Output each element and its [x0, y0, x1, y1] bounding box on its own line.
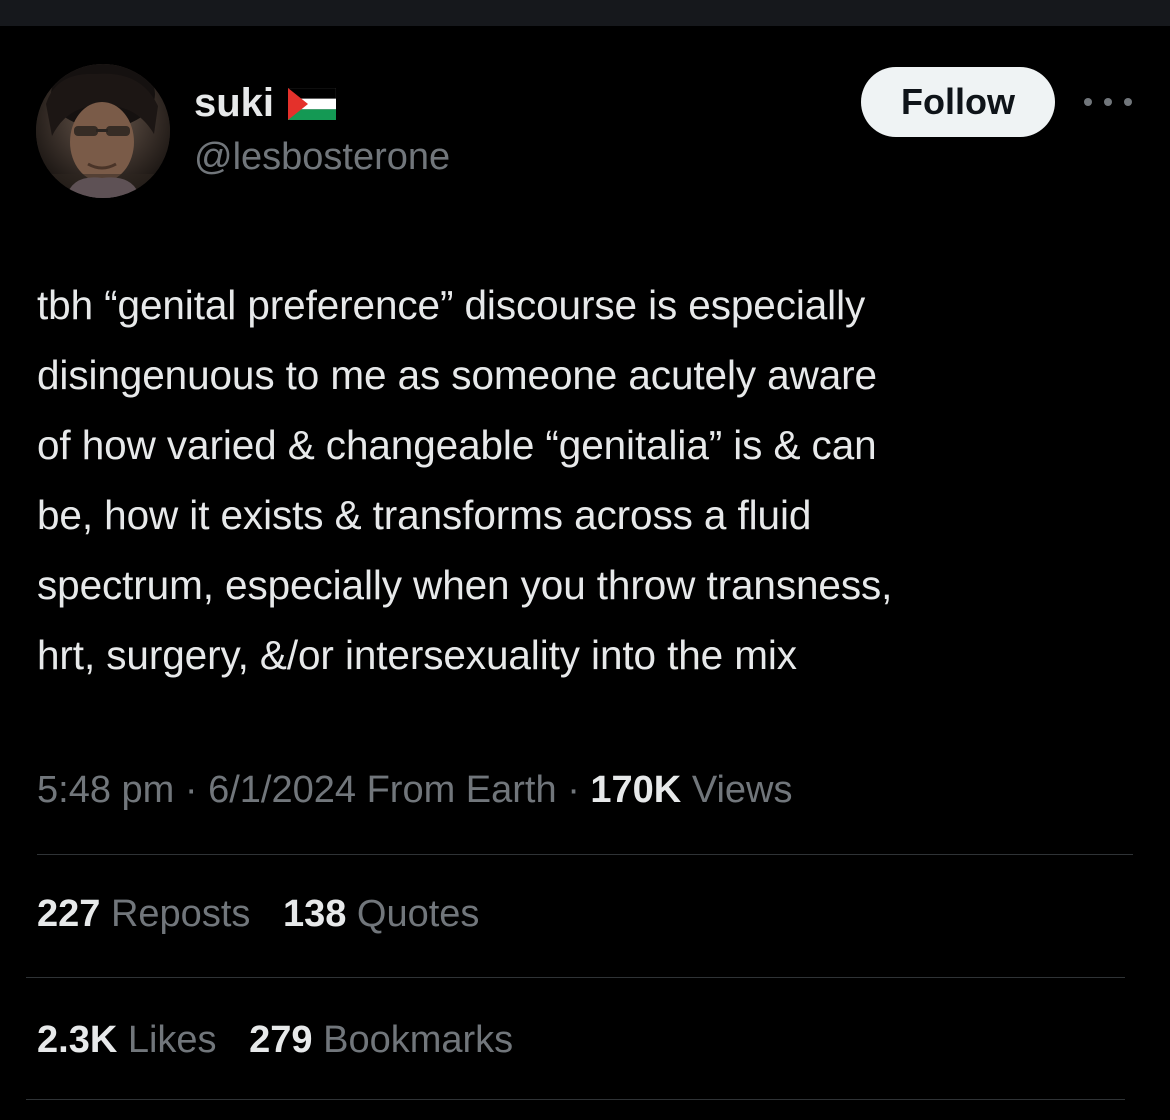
tweet-text: tbh “genital preference” discourse is es…: [37, 282, 893, 678]
views-count: 170K: [590, 769, 682, 811]
tweet-date[interactable]: 6/1/2024: [208, 769, 356, 811]
engagement-stats-row: 2.3K Likes 279 Bookmarks: [37, 1012, 535, 1068]
display-name[interactable]: suki: [194, 80, 274, 126]
more-dot: [1084, 98, 1092, 106]
tweet-meta: 5:48 pm · 6/1/2024 From Earth · 170K Vie…: [37, 762, 793, 818]
follow-button[interactable]: Follow: [861, 67, 1055, 137]
reposts-stat[interactable]: 227 Reposts: [37, 886, 250, 942]
divider: [37, 854, 1133, 855]
likes-stat[interactable]: 2.3K Likes: [37, 1012, 217, 1068]
views-label: Views: [691, 769, 793, 811]
quotes-count: 138: [282, 893, 347, 935]
bookmarks-count: 279: [249, 1019, 313, 1061]
author-name-row[interactable]: suki: [194, 80, 337, 126]
reposts-count: 227: [37, 893, 101, 935]
reposts-label: Reposts: [110, 893, 251, 935]
bookmarks-label: Bookmarks: [323, 1019, 514, 1061]
quotes-stat[interactable]: 138 Quotes: [283, 886, 480, 942]
engagement-stats-row: 227 Reposts 138 Quotes: [37, 886, 501, 942]
likes-count: 2.3K: [37, 1019, 118, 1061]
more-dot: [1104, 98, 1112, 106]
more-dot: [1124, 98, 1132, 106]
top-status-strip: [0, 0, 1170, 26]
tweet-source: From Earth: [366, 769, 557, 811]
bookmarks-stat[interactable]: 279 Bookmarks: [249, 1012, 513, 1068]
avatar[interactable]: [36, 64, 170, 198]
quotes-label: Quotes: [356, 893, 480, 935]
palestine-flag-icon: [287, 87, 337, 120]
divider: [26, 1099, 1125, 1100]
meta-separator: ·: [567, 769, 580, 811]
divider: [26, 977, 1125, 978]
likes-label: Likes: [127, 1019, 217, 1061]
more-horizontal-icon[interactable]: [1084, 90, 1132, 114]
meta-separator: ·: [184, 769, 198, 811]
profile-photo-icon: [36, 64, 170, 198]
tweet-time[interactable]: 5:48 pm: [37, 769, 174, 811]
author-handle[interactable]: @lesbosterone: [194, 134, 450, 180]
